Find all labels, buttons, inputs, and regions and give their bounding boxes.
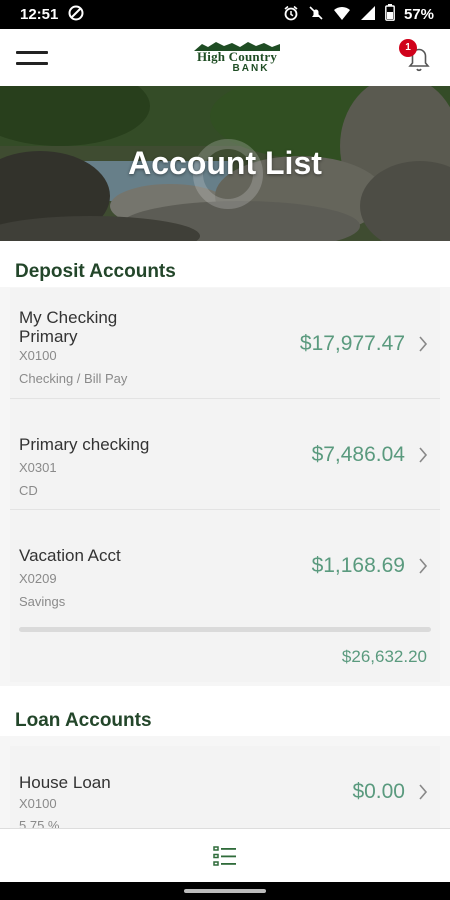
account-row[interactable]: My Checking Primary X0100 Checking / Bil… [10, 288, 440, 399]
account-row[interactable]: Vacation Acct X0209 Savings $1,168.69 [10, 510, 440, 621]
app-header: High Country BANK 1 [0, 29, 450, 86]
account-type: CD [19, 483, 38, 498]
deposit-total-amount: $26,632.20 [341, 647, 427, 666]
account-type: 5.75 % [19, 818, 60, 828]
account-number: X0301 [19, 460, 57, 475]
wifi-icon [333, 5, 351, 25]
hero-banner: Account List [0, 86, 450, 241]
battery-percent: 57% [403, 6, 434, 23]
account-balance: $0.00 [352, 780, 405, 803]
notifications-button[interactable]: 1 [399, 38, 434, 75]
account-list: Deposit Accounts My Checking Primary X01… [0, 241, 450, 828]
account-row[interactable]: House Loan X0100 5.75 % $0.00 [10, 746, 440, 828]
chevron-right-icon [419, 447, 428, 463]
sync-icon [68, 5, 84, 25]
deposit-section-title: Deposit Accounts [15, 261, 176, 282]
notification-badge: 1 [399, 38, 417, 57]
account-name: My Checking [19, 308, 118, 327]
battery-icon [385, 4, 395, 25]
account-name: House Loan [19, 773, 111, 792]
system-nav-bar [0, 882, 450, 900]
loan-section-title: Loan Accounts [15, 710, 152, 731]
total-divider [19, 627, 431, 632]
chevron-right-icon [419, 784, 428, 800]
status-bar: 12:51 57% [0, 0, 450, 29]
status-time: 12:51 [20, 6, 59, 23]
logo-text-line2: BANK [232, 63, 270, 74]
loan-card: House Loan X0100 5.75 % $0.00 [10, 746, 440, 828]
account-balance: $7,486.04 [311, 443, 405, 466]
account-name: Vacation Acct [19, 546, 121, 565]
account-row[interactable]: Primary checking X0301 CD $7,486.04 [10, 399, 440, 510]
deposit-card: My Checking Primary X0100 Checking / Bil… [10, 288, 440, 682]
account-name-line2: Primary [19, 327, 78, 346]
account-balance: $1,168.69 [311, 554, 405, 577]
account-number: X0209 [19, 571, 57, 586]
home-gesture-pill[interactable] [184, 889, 266, 893]
account-name: Primary checking [19, 435, 150, 454]
chevron-right-icon [419, 336, 428, 352]
account-balance: $17,977.47 [299, 332, 405, 355]
hamburger-icon[interactable] [16, 50, 48, 65]
bank-logo: High Country BANK [194, 41, 280, 74]
account-type: Checking / Bill Pay [19, 371, 128, 386]
chevron-right-icon [419, 558, 428, 574]
deposit-total: $26,632.20 [10, 621, 440, 682]
account-number: X0100 [19, 348, 57, 363]
mute-icon [308, 5, 324, 25]
account-number: X0100 [19, 796, 57, 811]
account-type: Savings [19, 594, 66, 609]
alarm-icon [283, 5, 299, 25]
bottom-nav [0, 828, 450, 882]
list-icon[interactable] [213, 844, 237, 868]
signal-icon [360, 5, 376, 25]
page-title: Account List [128, 145, 322, 181]
